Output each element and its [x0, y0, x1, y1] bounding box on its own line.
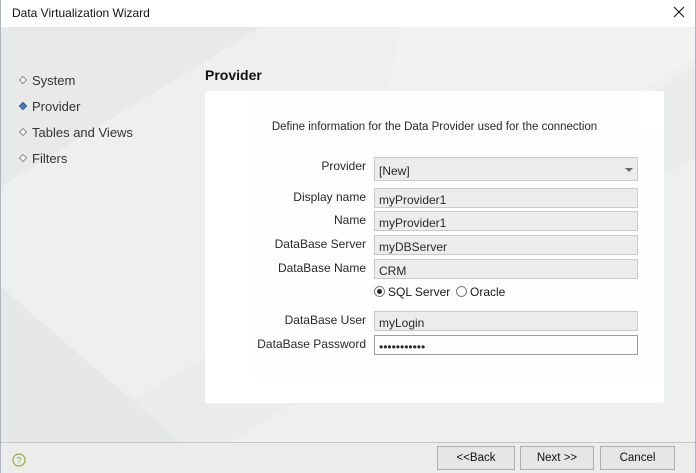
nav-item-tables-and-views[interactable]: Tables and Views — [18, 123, 169, 143]
wizard-footer: ? <<Back Next >> Cancel — [1, 442, 695, 473]
db-name-field[interactable]: CRM — [374, 259, 638, 279]
radio-dot — [374, 286, 385, 297]
svg-text:?: ? — [16, 456, 21, 466]
next-button[interactable]: Next >> — [520, 446, 594, 470]
nav-item-label: Tables and Views — [32, 125, 133, 140]
step-bullet-icon — [18, 75, 28, 85]
provider-select[interactable]: [New] — [374, 157, 638, 181]
provider-select-value: [New] — [379, 164, 410, 178]
cancel-button[interactable]: Cancel — [600, 446, 675, 470]
db-user-field[interactable]: myLogin — [374, 311, 638, 331]
nav-item-label: System — [32, 73, 76, 88]
nav-item-label: Filters — [32, 151, 68, 166]
db-password-field[interactable]: ••••••••••• — [374, 335, 638, 355]
db-server-label: DataBase Server — [274, 237, 366, 251]
nav-item-label: Provider — [32, 99, 81, 114]
window-title: Data Virtualization Wizard — [12, 6, 150, 20]
radio-label: SQL Server — [388, 285, 451, 299]
back-button[interactable]: <<Back — [437, 446, 515, 470]
page-title: Provider — [205, 67, 262, 83]
display-name-label: Display name — [293, 190, 366, 204]
step-bullet-icon — [18, 127, 28, 137]
close-icon[interactable] — [669, 2, 689, 22]
radio-label: Oracle — [470, 285, 506, 299]
db-server-field[interactable]: myDBServer — [374, 235, 638, 255]
step-bullet-icon — [18, 153, 28, 163]
display-name-field[interactable]: myProvider1 — [374, 188, 638, 208]
provider-label: Provider — [321, 159, 366, 173]
db-user-label: DataBase User — [284, 313, 366, 327]
nav-item-system[interactable]: System — [18, 71, 169, 91]
chevron-down-icon — [625, 168, 633, 172]
title-bar: Data Virtualization Wizard — [1, 0, 695, 27]
nav-item-filters[interactable]: Filters — [18, 149, 169, 169]
db-password-label: DataBase Password — [257, 337, 366, 351]
wizard-body: System Provider Tables and Views Filters… — [1, 27, 695, 442]
name-field[interactable]: myProvider1 — [374, 211, 638, 231]
wizard-window: Data Virtualization Wizard System Provid… — [0, 0, 696, 473]
name-label: Name — [333, 213, 366, 227]
provider-form-panel: Define information for the Data Provider… — [205, 91, 664, 403]
db-name-label: DataBase Name — [277, 261, 366, 275]
radio-dot — [456, 286, 467, 297]
help-icon[interactable]: ? — [12, 453, 26, 467]
intro-text: Define information for the Data Provider… — [271, 121, 598, 133]
nav-item-provider[interactable]: Provider — [18, 97, 169, 117]
step-bullet-icon — [18, 101, 28, 111]
